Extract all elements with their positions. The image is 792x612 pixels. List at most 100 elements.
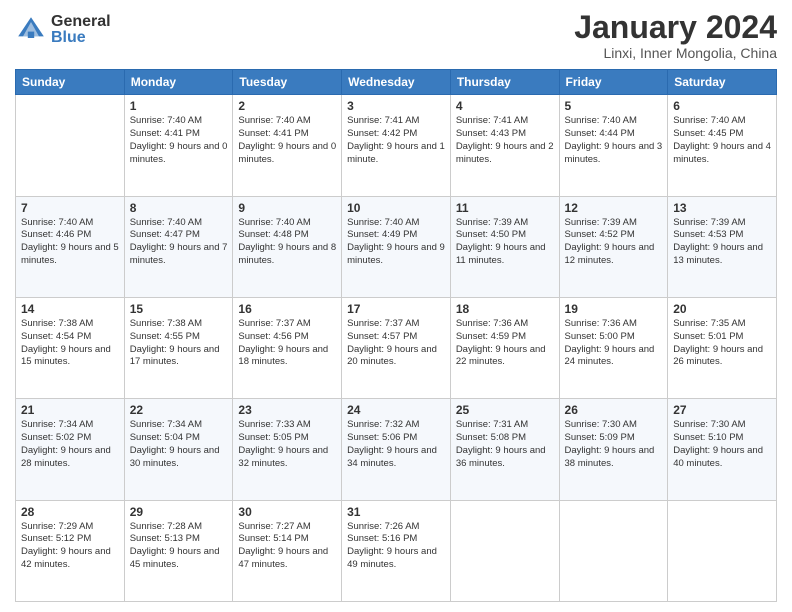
day-number: 10 — [347, 201, 445, 215]
day-info: Sunrise: 7:38 AMSunset: 4:54 PMDaylight:… — [21, 318, 119, 369]
logo-text: General Blue — [51, 14, 111, 46]
day-number: 16 — [238, 302, 336, 316]
calendar-cell — [16, 95, 125, 196]
day-number: 18 — [456, 302, 554, 316]
calendar-cell: 6 Sunrise: 7:40 AMSunset: 4:45 PMDaylight… — [668, 95, 777, 196]
day-number: 31 — [347, 505, 445, 519]
weekday-header-monday: Monday — [124, 70, 233, 95]
calendar-cell: 29Sunrise: 7:28 AMSunset: 5:13 PMDayligh… — [124, 500, 233, 601]
day-info: Sunrise: 7:39 AMSunset: 4:52 PMDaylight:… — [565, 217, 663, 268]
calendar-cell: 16 Sunrise: 7:37 AMSunset: 4:56 PMDayligh… — [233, 297, 342, 398]
weekday-header-saturday: Saturday — [668, 70, 777, 95]
day-info: Sunrise: 7:30 AMSunset: 5:10 PMDaylight:… — [673, 419, 771, 470]
calendar-table: SundayMondayTuesdayWednesdayThursdayFrid… — [15, 69, 777, 602]
calendar-cell: 26Sunrise: 7:30 AMSunset: 5:09 PMDayligh… — [559, 399, 668, 500]
calendar-cell — [668, 500, 777, 601]
day-info: Sunrise: 7:40 AMSunset: 4:44 PMDaylight:… — [565, 115, 663, 166]
day-number: 5 — [565, 99, 663, 113]
day-number: 29 — [130, 505, 228, 519]
calendar-cell: 24Sunrise: 7:32 AMSunset: 5:06 PMDayligh… — [342, 399, 451, 500]
day-info: Sunrise: 7:40 AMSunset: 4:47 PMDaylight:… — [130, 217, 228, 268]
calendar-cell: 12 Sunrise: 7:39 AMSunset: 4:52 PMDayligh… — [559, 196, 668, 297]
day-number: 20 — [673, 302, 771, 316]
day-number: 3 — [347, 99, 445, 113]
day-number: 25 — [456, 403, 554, 417]
month-title: January 2024 — [574, 10, 777, 45]
calendar-cell: 31 Sunrise: 7:26 AMSunset: 5:16 PMDayligh… — [342, 500, 451, 601]
logo-general-text: General — [51, 14, 111, 30]
week-row-2: 14 Sunrise: 7:38 AMSunset: 4:54 PMDayligh… — [16, 297, 777, 398]
day-number: 11 — [456, 201, 554, 215]
day-number: 21 — [21, 403, 119, 417]
calendar-cell: 27Sunrise: 7:30 AMSunset: 5:10 PMDayligh… — [668, 399, 777, 500]
header: General Blue January 2024 Linxi, Inner M… — [15, 10, 777, 61]
calendar-cell: 4Sunrise: 7:41 AMSunset: 4:43 PMDaylight… — [450, 95, 559, 196]
week-row-4: 28Sunrise: 7:29 AMSunset: 5:12 PMDayligh… — [16, 500, 777, 601]
weekday-header-sunday: Sunday — [16, 70, 125, 95]
weekday-header-row: SundayMondayTuesdayWednesdayThursdayFrid… — [16, 70, 777, 95]
calendar-cell: 25Sunrise: 7:31 AMSunset: 5:08 PMDayligh… — [450, 399, 559, 500]
day-info: Sunrise: 7:33 AMSunset: 5:05 PMDaylight:… — [238, 419, 336, 470]
day-info: Sunrise: 7:38 AMSunset: 4:55 PMDaylight:… — [130, 318, 228, 369]
calendar-cell: 17 Sunrise: 7:37 AMSunset: 4:57 PMDayligh… — [342, 297, 451, 398]
day-number: 7 — [21, 201, 119, 215]
day-number: 8 — [130, 201, 228, 215]
calendar-cell: 13Sunrise: 7:39 AMSunset: 4:53 PMDayligh… — [668, 196, 777, 297]
calendar-cell: 30 Sunrise: 7:27 AMSunset: 5:14 PMDayligh… — [233, 500, 342, 601]
weekday-header-wednesday: Wednesday — [342, 70, 451, 95]
calendar-cell: 15Sunrise: 7:38 AMSunset: 4:55 PMDayligh… — [124, 297, 233, 398]
day-info: Sunrise: 7:40 AMSunset: 4:45 PMDaylight:… — [673, 115, 771, 166]
day-info: Sunrise: 7:26 AMSunset: 5:16 PMDaylight:… — [347, 521, 445, 572]
day-info: Sunrise: 7:39 AMSunset: 4:50 PMDaylight:… — [456, 217, 554, 268]
weekday-header-thursday: Thursday — [450, 70, 559, 95]
day-info: Sunrise: 7:39 AMSunset: 4:53 PMDaylight:… — [673, 217, 771, 268]
logo: General Blue — [15, 14, 111, 46]
day-number: 6 — [673, 99, 771, 113]
calendar-cell: 18 Sunrise: 7:36 AMSunset: 4:59 PMDayligh… — [450, 297, 559, 398]
logo-blue-text: Blue — [51, 30, 111, 46]
calendar-cell: 8 Sunrise: 7:40 AMSunset: 4:47 PMDaylight… — [124, 196, 233, 297]
day-info: Sunrise: 7:37 AMSunset: 4:56 PMDaylight:… — [238, 318, 336, 369]
calendar-cell: 3Sunrise: 7:41 AMSunset: 4:42 PMDaylight… — [342, 95, 451, 196]
day-info: Sunrise: 7:34 AMSunset: 5:04 PMDaylight:… — [130, 419, 228, 470]
day-number: 2 — [238, 99, 336, 113]
page: General Blue January 2024 Linxi, Inner M… — [0, 0, 792, 612]
day-info: Sunrise: 7:27 AMSunset: 5:14 PMDaylight:… — [238, 521, 336, 572]
weekday-header-tuesday: Tuesday — [233, 70, 342, 95]
day-info: Sunrise: 7:29 AMSunset: 5:12 PMDaylight:… — [21, 521, 119, 572]
day-info: Sunrise: 7:34 AMSunset: 5:02 PMDaylight:… — [21, 419, 119, 470]
day-info: Sunrise: 7:40 AMSunset: 4:46 PMDaylight:… — [21, 217, 119, 268]
calendar-cell: 23Sunrise: 7:33 AMSunset: 5:05 PMDayligh… — [233, 399, 342, 500]
week-row-1: 7 Sunrise: 7:40 AMSunset: 4:46 PMDaylight… — [16, 196, 777, 297]
day-info: Sunrise: 7:36 AMSunset: 5:00 PMDaylight:… — [565, 318, 663, 369]
calendar-cell: 1Sunrise: 7:40 AMSunset: 4:41 PMDaylight… — [124, 95, 233, 196]
day-info: Sunrise: 7:36 AMSunset: 4:59 PMDaylight:… — [456, 318, 554, 369]
calendar-cell: 28Sunrise: 7:29 AMSunset: 5:12 PMDayligh… — [16, 500, 125, 601]
day-info: Sunrise: 7:40 AMSunset: 4:49 PMDaylight:… — [347, 217, 445, 268]
weekday-header-friday: Friday — [559, 70, 668, 95]
day-number: 12 — [565, 201, 663, 215]
week-row-0: 1Sunrise: 7:40 AMSunset: 4:41 PMDaylight… — [16, 95, 777, 196]
calendar-cell: 22 Sunrise: 7:34 AMSunset: 5:04 PMDayligh… — [124, 399, 233, 500]
day-info: Sunrise: 7:30 AMSunset: 5:09 PMDaylight:… — [565, 419, 663, 470]
week-row-3: 21 Sunrise: 7:34 AMSunset: 5:02 PMDayligh… — [16, 399, 777, 500]
day-info: Sunrise: 7:40 AMSunset: 4:48 PMDaylight:… — [238, 217, 336, 268]
calendar-cell: 14 Sunrise: 7:38 AMSunset: 4:54 PMDayligh… — [16, 297, 125, 398]
calendar-cell — [450, 500, 559, 601]
day-info: Sunrise: 7:32 AMSunset: 5:06 PMDaylight:… — [347, 419, 445, 470]
calendar-cell: 5 Sunrise: 7:40 AMSunset: 4:44 PMDaylight… — [559, 95, 668, 196]
day-number: 14 — [21, 302, 119, 316]
calendar-cell: 19 Sunrise: 7:36 AMSunset: 5:00 PMDayligh… — [559, 297, 668, 398]
calendar-cell: 2Sunrise: 7:40 AMSunset: 4:41 PMDaylight… — [233, 95, 342, 196]
day-info: Sunrise: 7:40 AMSunset: 4:41 PMDaylight:… — [130, 115, 228, 166]
calendar-cell: 21 Sunrise: 7:34 AMSunset: 5:02 PMDayligh… — [16, 399, 125, 500]
location: Linxi, Inner Mongolia, China — [574, 45, 777, 61]
day-info: Sunrise: 7:37 AMSunset: 4:57 PMDaylight:… — [347, 318, 445, 369]
day-number: 30 — [238, 505, 336, 519]
day-number: 9 — [238, 201, 336, 215]
day-number: 19 — [565, 302, 663, 316]
day-number: 17 — [347, 302, 445, 316]
calendar-cell: 7 Sunrise: 7:40 AMSunset: 4:46 PMDaylight… — [16, 196, 125, 297]
day-number: 22 — [130, 403, 228, 417]
day-number: 4 — [456, 99, 554, 113]
